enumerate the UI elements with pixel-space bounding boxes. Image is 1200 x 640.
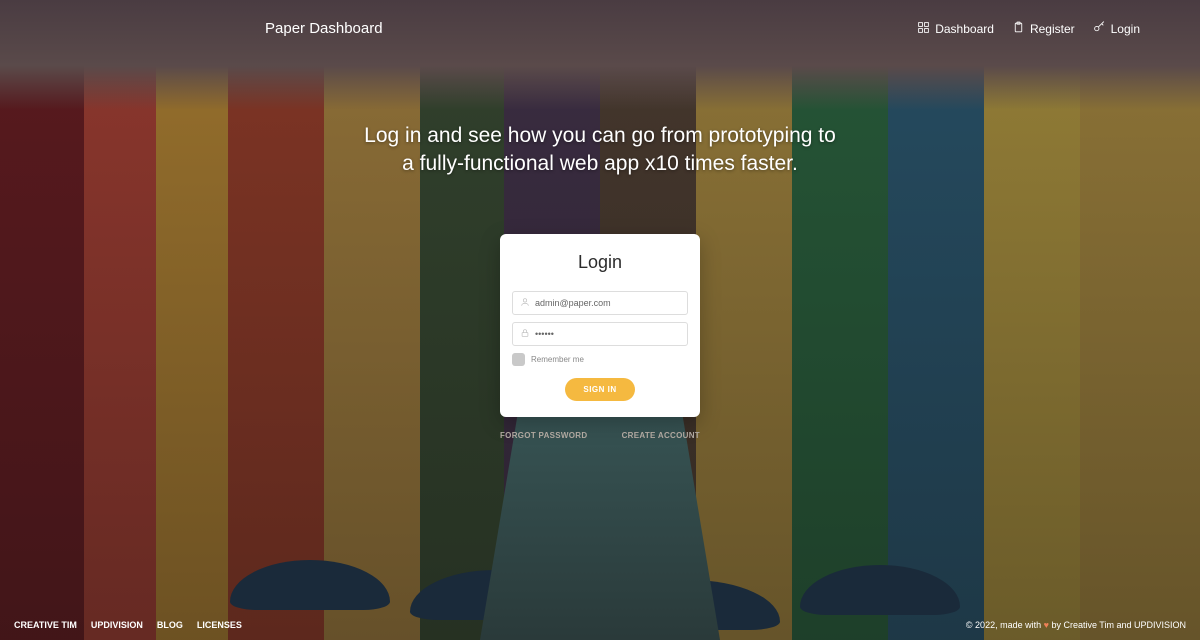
footer-link-blog[interactable]: BLOG [157,620,183,630]
remember-checkbox[interactable] [512,353,525,366]
email-field[interactable] [535,298,680,308]
password-field[interactable] [535,329,680,339]
footer-link-licenses[interactable]: LICENSES [197,620,242,630]
nav-login[interactable]: Login [1093,21,1140,37]
nav-register[interactable]: Register [1012,21,1075,37]
brand-title[interactable]: Paper Dashboard [265,20,383,37]
create-account-link[interactable]: CREATE ACCOUNT [622,431,700,440]
nav-right: Dashboard Register Login [917,21,1140,37]
footer-link-creative-tim[interactable]: CREATIVE TIM [14,620,77,630]
footer-links: CREATIVE TIM UPDIVISION BLOG LICENSES [14,620,242,630]
hero-line-2: a fully-functional web app x10 times fas… [0,150,1200,178]
copyright-prefix: © 2022, made with [966,620,1044,630]
footer-copyright: © 2022, made with ♥ by Creative Tim and … [966,620,1186,630]
clipboard-icon [1012,21,1025,37]
decorative-boat [230,560,390,610]
key-icon [1093,21,1106,37]
hero-text: Log in and see how you can go from proto… [0,122,1200,179]
email-input-group[interactable] [512,291,688,315]
login-card: Login Remember me SIGN IN [500,234,700,417]
nav-dashboard-label: Dashboard [935,22,994,36]
card-title: Login [512,252,688,273]
grid-icon [917,21,930,37]
lock-icon [520,328,535,340]
signin-button[interactable]: SIGN IN [565,378,634,401]
user-icon [520,297,535,309]
nav-register-label: Register [1030,22,1075,36]
navbar: Paper Dashboard Dashboard Register Login [0,0,1200,37]
remember-label: Remember me [531,355,584,364]
forgot-password-link[interactable]: FORGOT PASSWORD [500,431,587,440]
below-card-links: FORGOT PASSWORD CREATE ACCOUNT [500,431,700,440]
nav-login-label: Login [1111,22,1140,36]
remember-row: Remember me [512,353,688,366]
hero-line-1: Log in and see how you can go from proto… [0,122,1200,150]
decorative-boat [800,565,960,615]
decorative-boat [410,570,580,620]
password-input-group[interactable] [512,322,688,346]
footer-link-updivision[interactable]: UPDIVISION [91,620,143,630]
nav-dashboard[interactable]: Dashboard [917,21,994,37]
copyright-suffix: by Creative Tim and UPDIVISION [1049,620,1186,630]
footer: CREATIVE TIM UPDIVISION BLOG LICENSES © … [0,620,1200,630]
